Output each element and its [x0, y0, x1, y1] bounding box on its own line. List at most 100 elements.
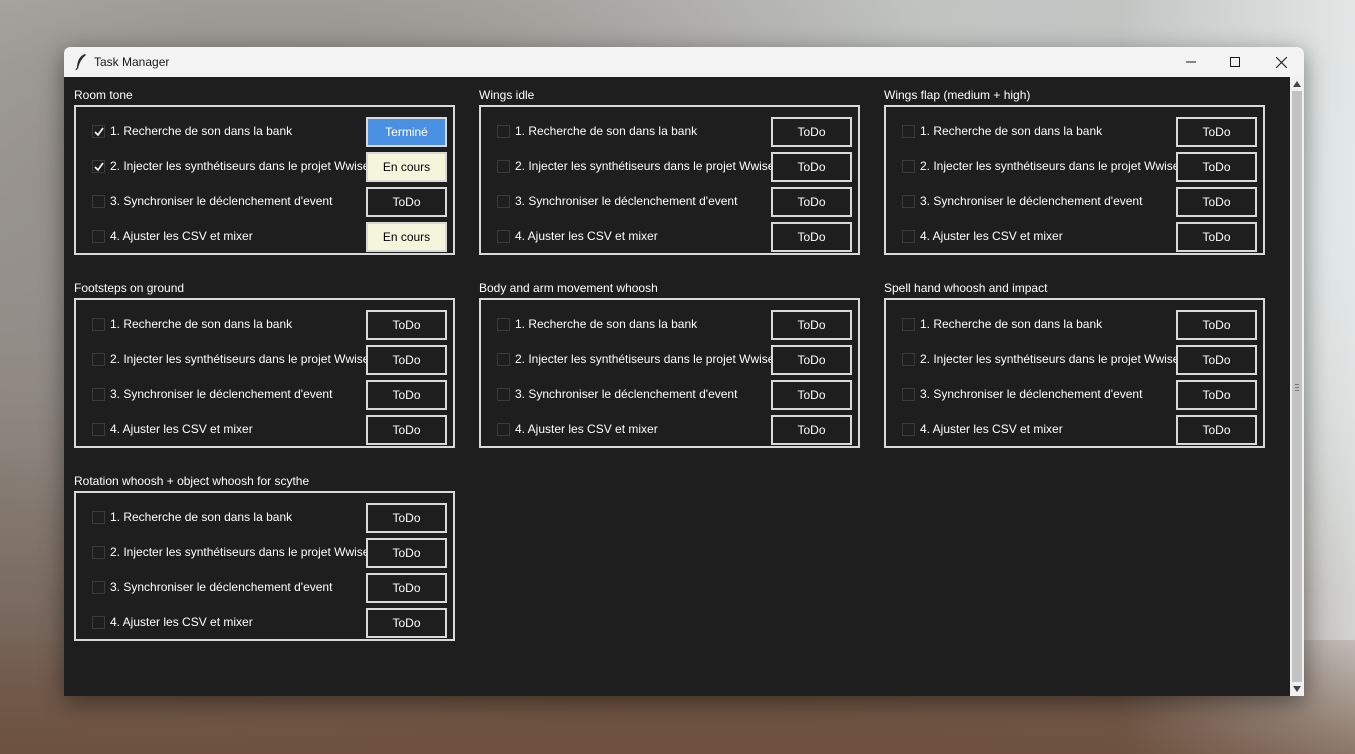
status-button[interactable]: ToDo	[1176, 380, 1257, 410]
task-label[interactable]: 3. Synchroniser le déclenchement d'event	[920, 194, 1142, 208]
task-row: 3. Synchroniser le déclenchement d'event…	[886, 187, 1267, 217]
scroll-down-button[interactable]	[1290, 682, 1304, 696]
status-button[interactable]: ToDo	[1176, 345, 1257, 375]
status-button[interactable]: ToDo	[366, 503, 447, 533]
status-button[interactable]: ToDo	[771, 187, 852, 217]
task-label[interactable]: 3. Synchroniser le déclenchement d'event	[515, 194, 737, 208]
task-checkbox[interactable]	[497, 318, 510, 331]
status-button[interactable]: ToDo	[366, 380, 447, 410]
status-button[interactable]: ToDo	[366, 608, 447, 638]
task-label[interactable]: 3. Synchroniser le déclenchement d'event	[110, 580, 332, 594]
status-button[interactable]: ToDo	[771, 415, 852, 445]
task-row: 4. Ajuster les CSV et mixer ToDo	[886, 222, 1267, 252]
task-checkbox[interactable]	[902, 230, 915, 243]
task-checkbox[interactable]	[902, 423, 915, 436]
task-checkbox[interactable]	[92, 195, 105, 208]
task-label[interactable]: 4. Ajuster les CSV et mixer	[515, 422, 658, 436]
task-label[interactable]: 1. Recherche de son dans la bank	[515, 124, 697, 138]
status-button[interactable]: ToDo	[771, 345, 852, 375]
task-checkbox[interactable]	[92, 125, 105, 138]
task-label[interactable]: 3. Synchroniser le déclenchement d'event	[110, 194, 332, 208]
status-button[interactable]: Terminé	[366, 117, 447, 147]
task-checkbox[interactable]	[92, 318, 105, 331]
task-label[interactable]: 2. Injecter les synthétiseurs dans le pr…	[920, 159, 1179, 173]
task-checkbox[interactable]	[92, 511, 105, 524]
task-label[interactable]: 2. Injecter les synthétiseurs dans le pr…	[110, 159, 369, 173]
status-button[interactable]: ToDo	[771, 222, 852, 252]
task-row: 1. Recherche de son dans la bank Terminé	[76, 117, 457, 147]
task-checkbox[interactable]	[497, 160, 510, 173]
task-label[interactable]: 2. Injecter les synthétiseurs dans le pr…	[515, 159, 774, 173]
task-label[interactable]: 3. Synchroniser le déclenchement d'event	[110, 387, 332, 401]
status-button[interactable]: En cours	[366, 152, 447, 182]
task-label[interactable]: 1. Recherche de son dans la bank	[110, 510, 292, 524]
task-checkbox[interactable]	[92, 230, 105, 243]
task-checkbox[interactable]	[92, 616, 105, 629]
task-label[interactable]: 2. Injecter les synthétiseurs dans le pr…	[515, 352, 774, 366]
status-button[interactable]: ToDo	[366, 187, 447, 217]
minimize-button[interactable]	[1168, 47, 1214, 77]
status-button[interactable]: ToDo	[366, 538, 447, 568]
task-checkbox[interactable]	[92, 423, 105, 436]
task-label[interactable]: 1. Recherche de son dans la bank	[920, 317, 1102, 331]
task-label[interactable]: 1. Recherche de son dans la bank	[110, 317, 292, 331]
task-label[interactable]: 4. Ajuster les CSV et mixer	[515, 229, 658, 243]
status-button[interactable]: ToDo	[366, 573, 447, 603]
task-row: 3. Synchroniser le déclenchement d'event…	[886, 380, 1267, 410]
task-checkbox[interactable]	[92, 546, 105, 559]
title-bar[interactable]: Task Manager	[64, 47, 1304, 77]
task-label[interactable]: 3. Synchroniser le déclenchement d'event	[920, 387, 1142, 401]
status-button[interactable]: ToDo	[771, 117, 852, 147]
task-label[interactable]: 3. Synchroniser le déclenchement d'event	[515, 387, 737, 401]
task-checkbox[interactable]	[92, 388, 105, 401]
task-manager-window: Task Manager Room tone 1. Recherche de so…	[64, 47, 1304, 696]
task-label[interactable]: 2. Injecter les synthétiseurs dans le pr…	[110, 352, 369, 366]
task-checkbox[interactable]	[902, 195, 915, 208]
status-button[interactable]: ToDo	[1176, 117, 1257, 147]
task-label[interactable]: 2. Injecter les synthétiseurs dans le pr…	[920, 352, 1179, 366]
task-checkbox[interactable]	[902, 388, 915, 401]
task-checkbox[interactable]	[497, 195, 510, 208]
status-button[interactable]: ToDo	[1176, 187, 1257, 217]
task-checkbox[interactable]	[497, 230, 510, 243]
task-label[interactable]: 4. Ajuster les CSV et mixer	[110, 229, 253, 243]
task-label[interactable]: 4. Ajuster les CSV et mixer	[110, 615, 253, 629]
group-frame: 1. Recherche de son dans la bank ToDo 2. I…	[74, 491, 455, 641]
status-button[interactable]: ToDo	[771, 310, 852, 340]
task-label[interactable]: 2. Injecter les synthétiseurs dans le pr…	[110, 545, 369, 559]
status-button[interactable]: ToDo	[366, 345, 447, 375]
task-row: 1. Recherche de son dans la bank ToDo	[76, 503, 457, 533]
task-checkbox[interactable]	[92, 160, 105, 173]
scrollbar-thumb[interactable]	[1292, 91, 1302, 682]
task-label[interactable]: 4. Ajuster les CSV et mixer	[920, 229, 1063, 243]
task-checkbox[interactable]	[902, 353, 915, 366]
task-label[interactable]: 4. Ajuster les CSV et mixer	[110, 422, 253, 436]
status-button[interactable]: En cours	[366, 222, 447, 252]
task-checkbox[interactable]	[902, 160, 915, 173]
maximize-button[interactable]	[1212, 47, 1258, 77]
status-button[interactable]: ToDo	[366, 310, 447, 340]
status-button[interactable]: ToDo	[366, 415, 447, 445]
task-checkbox[interactable]	[497, 125, 510, 138]
status-button[interactable]: ToDo	[771, 380, 852, 410]
task-checkbox[interactable]	[497, 423, 510, 436]
task-checkbox[interactable]	[902, 318, 915, 331]
status-button[interactable]: ToDo	[1176, 415, 1257, 445]
status-button[interactable]: ToDo	[1176, 222, 1257, 252]
task-checkbox[interactable]	[497, 388, 510, 401]
vertical-scrollbar[interactable]	[1290, 77, 1304, 696]
task-label[interactable]: 1. Recherche de son dans la bank	[920, 124, 1102, 138]
close-button[interactable]	[1258, 47, 1304, 77]
task-checkbox[interactable]	[497, 353, 510, 366]
task-label[interactable]: 4. Ajuster les CSV et mixer	[920, 422, 1063, 436]
task-checkbox[interactable]	[92, 353, 105, 366]
status-button[interactable]: ToDo	[771, 152, 852, 182]
task-checkbox[interactable]	[902, 125, 915, 138]
scroll-up-button[interactable]	[1290, 77, 1304, 91]
task-group: Room tone 1. Recherche de son dans la ban…	[74, 87, 459, 257]
task-checkbox[interactable]	[92, 581, 105, 594]
task-label[interactable]: 1. Recherche de son dans la bank	[110, 124, 292, 138]
status-button[interactable]: ToDo	[1176, 310, 1257, 340]
task-label[interactable]: 1. Recherche de son dans la bank	[515, 317, 697, 331]
status-button[interactable]: ToDo	[1176, 152, 1257, 182]
